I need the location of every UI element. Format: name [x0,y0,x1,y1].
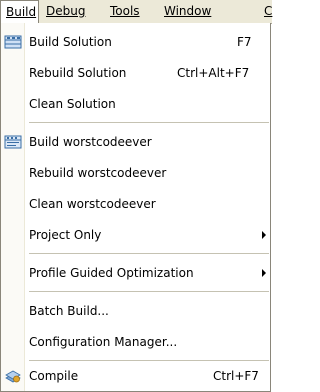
build-project-item[interactable]: Build worstcodeever [1,127,270,157]
separator [29,122,269,123]
menu-clipped[interactable]: C [264,0,272,24]
menu-tools-label: Tools [110,4,140,18]
submenu-arrow-icon [262,231,266,239]
rebuild-solution-item[interactable]: Rebuild Solution Ctrl+Alt+F7 [1,58,270,88]
compile-shortcut: Ctrl+F7 [213,369,259,383]
build-solution-label: Build Solution [29,35,112,49]
build-project-icon [4,135,22,149]
build-solution-icon [4,35,22,49]
visual-studio-build-menu: Build Debug Tools Window C Build Solutio… [0,0,272,392]
build-dropdown: Build Solution F7 Rebuild Solution Ctrl+… [0,23,271,392]
batch-build-item[interactable]: Batch Build... [1,296,270,326]
menu-debug[interactable]: Debug [46,0,85,24]
clean-solution-label: Clean Solution [29,97,116,111]
rebuild-solution-shortcut: Ctrl+Alt+F7 [177,66,250,80]
project-only-label: Project Only [29,228,102,242]
clean-project-label: Clean worstcodeever [29,197,156,211]
build-solution-item[interactable]: Build Solution F7 [1,27,270,57]
rebuild-project-label: Rebuild worstcodeever [29,166,167,180]
menu-window-label: Window [164,4,212,18]
rebuild-project-item[interactable]: Rebuild worstcodeever [1,158,270,188]
profile-guided-optimization-item[interactable]: Profile Guided Optimization [1,258,270,288]
configuration-manager-item[interactable]: Configuration Manager... [1,327,270,357]
submenu-arrow-icon [262,269,266,277]
menu-tools[interactable]: Tools [110,0,140,24]
configuration-manager-label: Configuration Manager... [29,335,178,349]
menu-bar: Build Debug Tools Window C [0,0,272,25]
menu-debug-label: Debug [46,4,86,18]
menu-window[interactable]: Window [164,0,211,24]
build-solution-shortcut: F7 [237,35,252,49]
separator [29,291,269,292]
menu-build[interactable]: Build [0,0,39,25]
compile-item[interactable]: Compile Ctrl+F7 [1,361,270,391]
separator [29,253,269,254]
clean-solution-item[interactable]: Clean Solution [1,89,270,119]
menu-build-label: Build [6,5,37,19]
profile-guided-optimization-label: Profile Guided Optimization [29,266,194,280]
rebuild-solution-label: Rebuild Solution [29,66,127,80]
project-only-item[interactable]: Project Only [1,220,270,250]
compile-label: Compile [29,369,79,383]
menu-clipped-label: C [264,4,273,18]
build-project-label: Build worstcodeever [29,135,152,149]
compile-icon [5,370,21,383]
clean-project-item[interactable]: Clean worstcodeever [1,189,270,219]
batch-build-label: Batch Build... [29,304,109,318]
